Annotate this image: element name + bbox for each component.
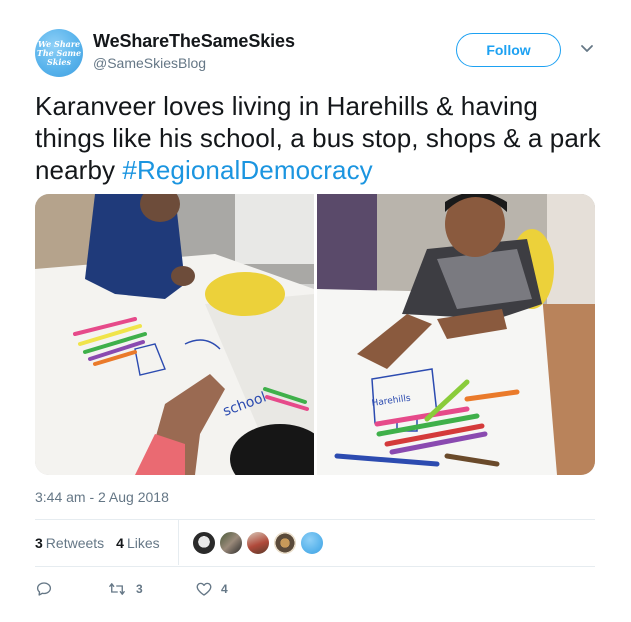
retweets-stat[interactable]: 3 Retweets	[35, 535, 104, 551]
follow-button[interactable]: Follow	[456, 33, 561, 67]
photo-right[interactable]: Harehills	[317, 194, 595, 475]
heart-icon	[196, 582, 212, 596]
photo-left[interactable]: school	[35, 194, 314, 475]
retweet-count: 3	[136, 582, 143, 596]
divider	[35, 566, 595, 567]
liker-avatars	[191, 530, 324, 555]
retweets-count: 3	[35, 534, 43, 551]
reply-button[interactable]	[35, 580, 107, 598]
retweet-icon	[108, 583, 126, 595]
user-handle[interactable]: @SameSkiesBlog	[93, 55, 206, 71]
action-bar: 3 4	[35, 577, 275, 601]
display-name[interactable]: WeShareTheSameSkies	[93, 31, 295, 52]
stats-separator	[177, 520, 179, 565]
chevron-down-icon[interactable]	[580, 44, 594, 54]
retweet-button[interactable]: 3	[107, 580, 195, 598]
likes-count: 4	[116, 534, 124, 551]
like-button[interactable]: 4	[195, 580, 275, 598]
avatar-text-line: Skies	[47, 56, 71, 67]
retweets-label: Retweets	[45, 534, 105, 551]
profile-avatar[interactable]: We Share The Same Skies	[35, 29, 83, 77]
like-count: 4	[221, 582, 228, 596]
likes-stat[interactable]: 4 Likes	[116, 535, 159, 551]
tweet-text: Karanveer loves living in Harehills & ha…	[35, 90, 605, 186]
tweet-media[interactable]: school Harehills	[35, 194, 595, 475]
photo-right-illustration: Harehills	[317, 194, 595, 475]
photo-left-illustration: school	[35, 194, 314, 475]
tweet-stats: 3 Retweets 4 Likes	[35, 520, 595, 565]
hashtag-link[interactable]: #RegionalDemocracy	[122, 155, 372, 185]
liker-avatar[interactable]	[191, 530, 216, 555]
liker-avatar[interactable]	[299, 530, 324, 555]
liker-avatar[interactable]	[272, 530, 297, 555]
liker-avatar[interactable]	[218, 530, 243, 555]
likes-label: Likes	[126, 534, 160, 551]
tweet-timestamp[interactable]: 3:44 am - 2 Aug 2018	[35, 489, 169, 505]
liker-avatar[interactable]	[245, 530, 270, 555]
reply-icon	[36, 582, 52, 596]
